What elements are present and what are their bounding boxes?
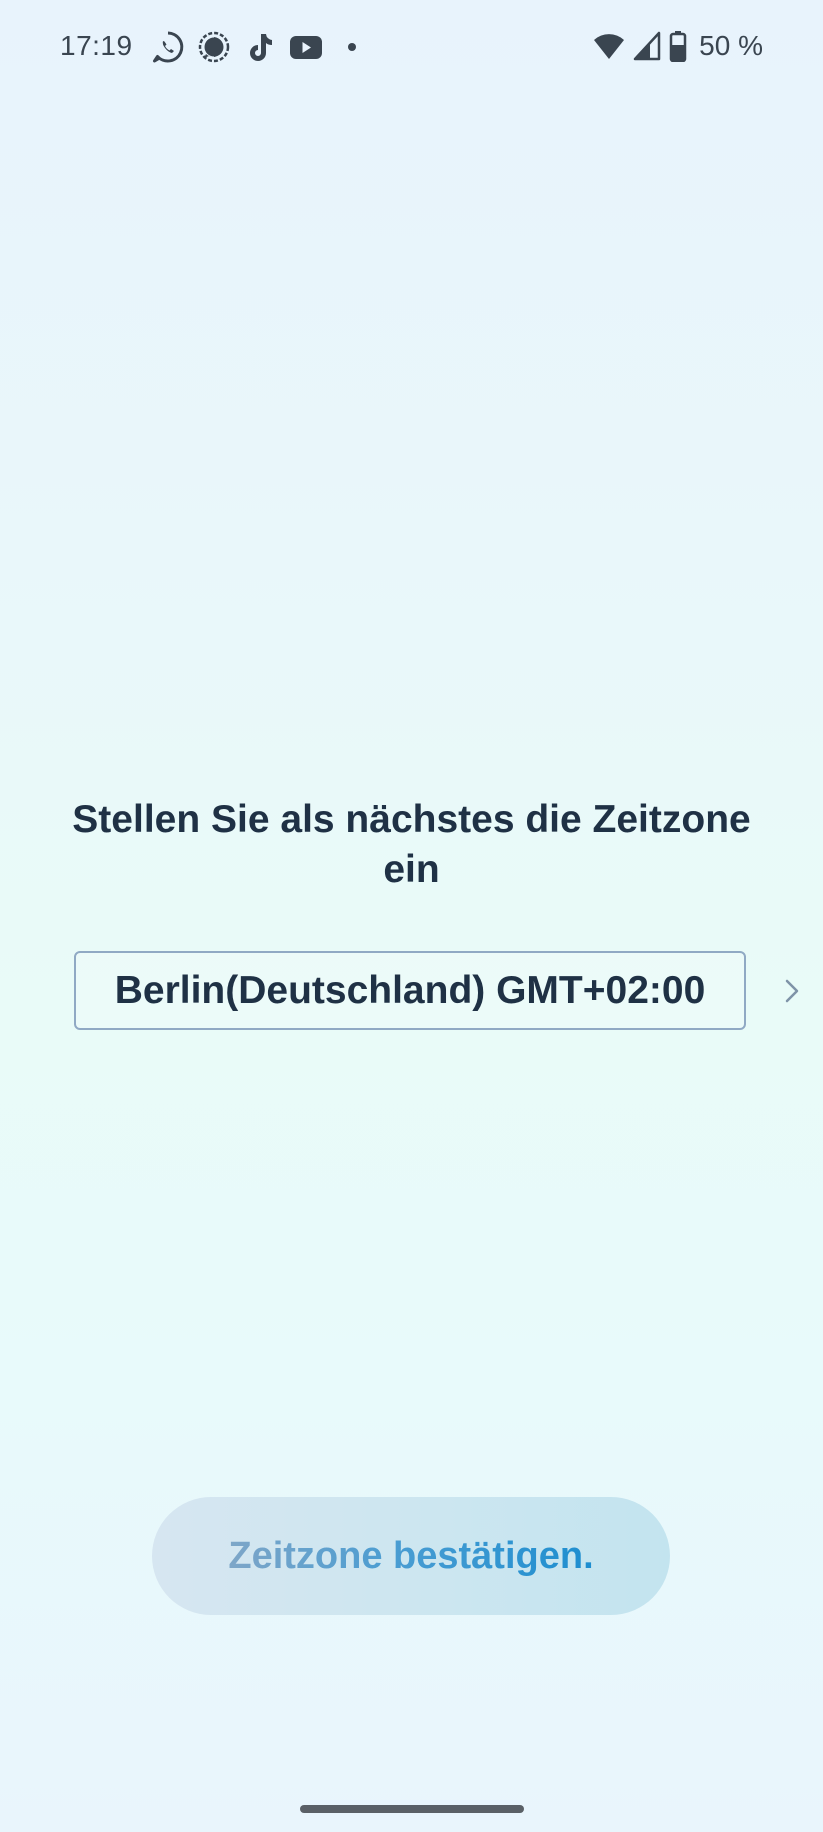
more-notifications-dot-icon xyxy=(348,43,356,51)
tiktok-icon xyxy=(250,34,272,61)
whatsapp-icon xyxy=(153,31,184,63)
signal-icon xyxy=(198,31,230,63)
timezone-selector[interactable]: Berlin(Deutschland) GMT+02:00 xyxy=(74,951,746,1030)
chevron-right-icon[interactable] xyxy=(780,975,804,1007)
status-bar: 17:19 50 % xyxy=(0,0,823,95)
home-indicator[interactable] xyxy=(300,1805,524,1813)
confirm-timezone-label: Zeitzone bestätigen. xyxy=(228,1534,594,1577)
timezone-value: Berlin(Deutschland) GMT+02:00 xyxy=(114,968,706,1012)
battery-icon xyxy=(669,31,687,62)
cellular-signal-icon xyxy=(633,31,661,61)
wifi-icon xyxy=(594,34,625,59)
youtube-icon xyxy=(290,36,322,59)
status-right: 50 % xyxy=(593,28,763,64)
page-title: Stellen Sie als nächstes die Zeitzone ei… xyxy=(72,798,751,891)
status-time: 17:19 xyxy=(60,30,133,61)
battery-percent: 50 % xyxy=(699,30,763,61)
confirm-timezone-button[interactable]: Zeitzone bestätigen. xyxy=(152,1497,670,1615)
